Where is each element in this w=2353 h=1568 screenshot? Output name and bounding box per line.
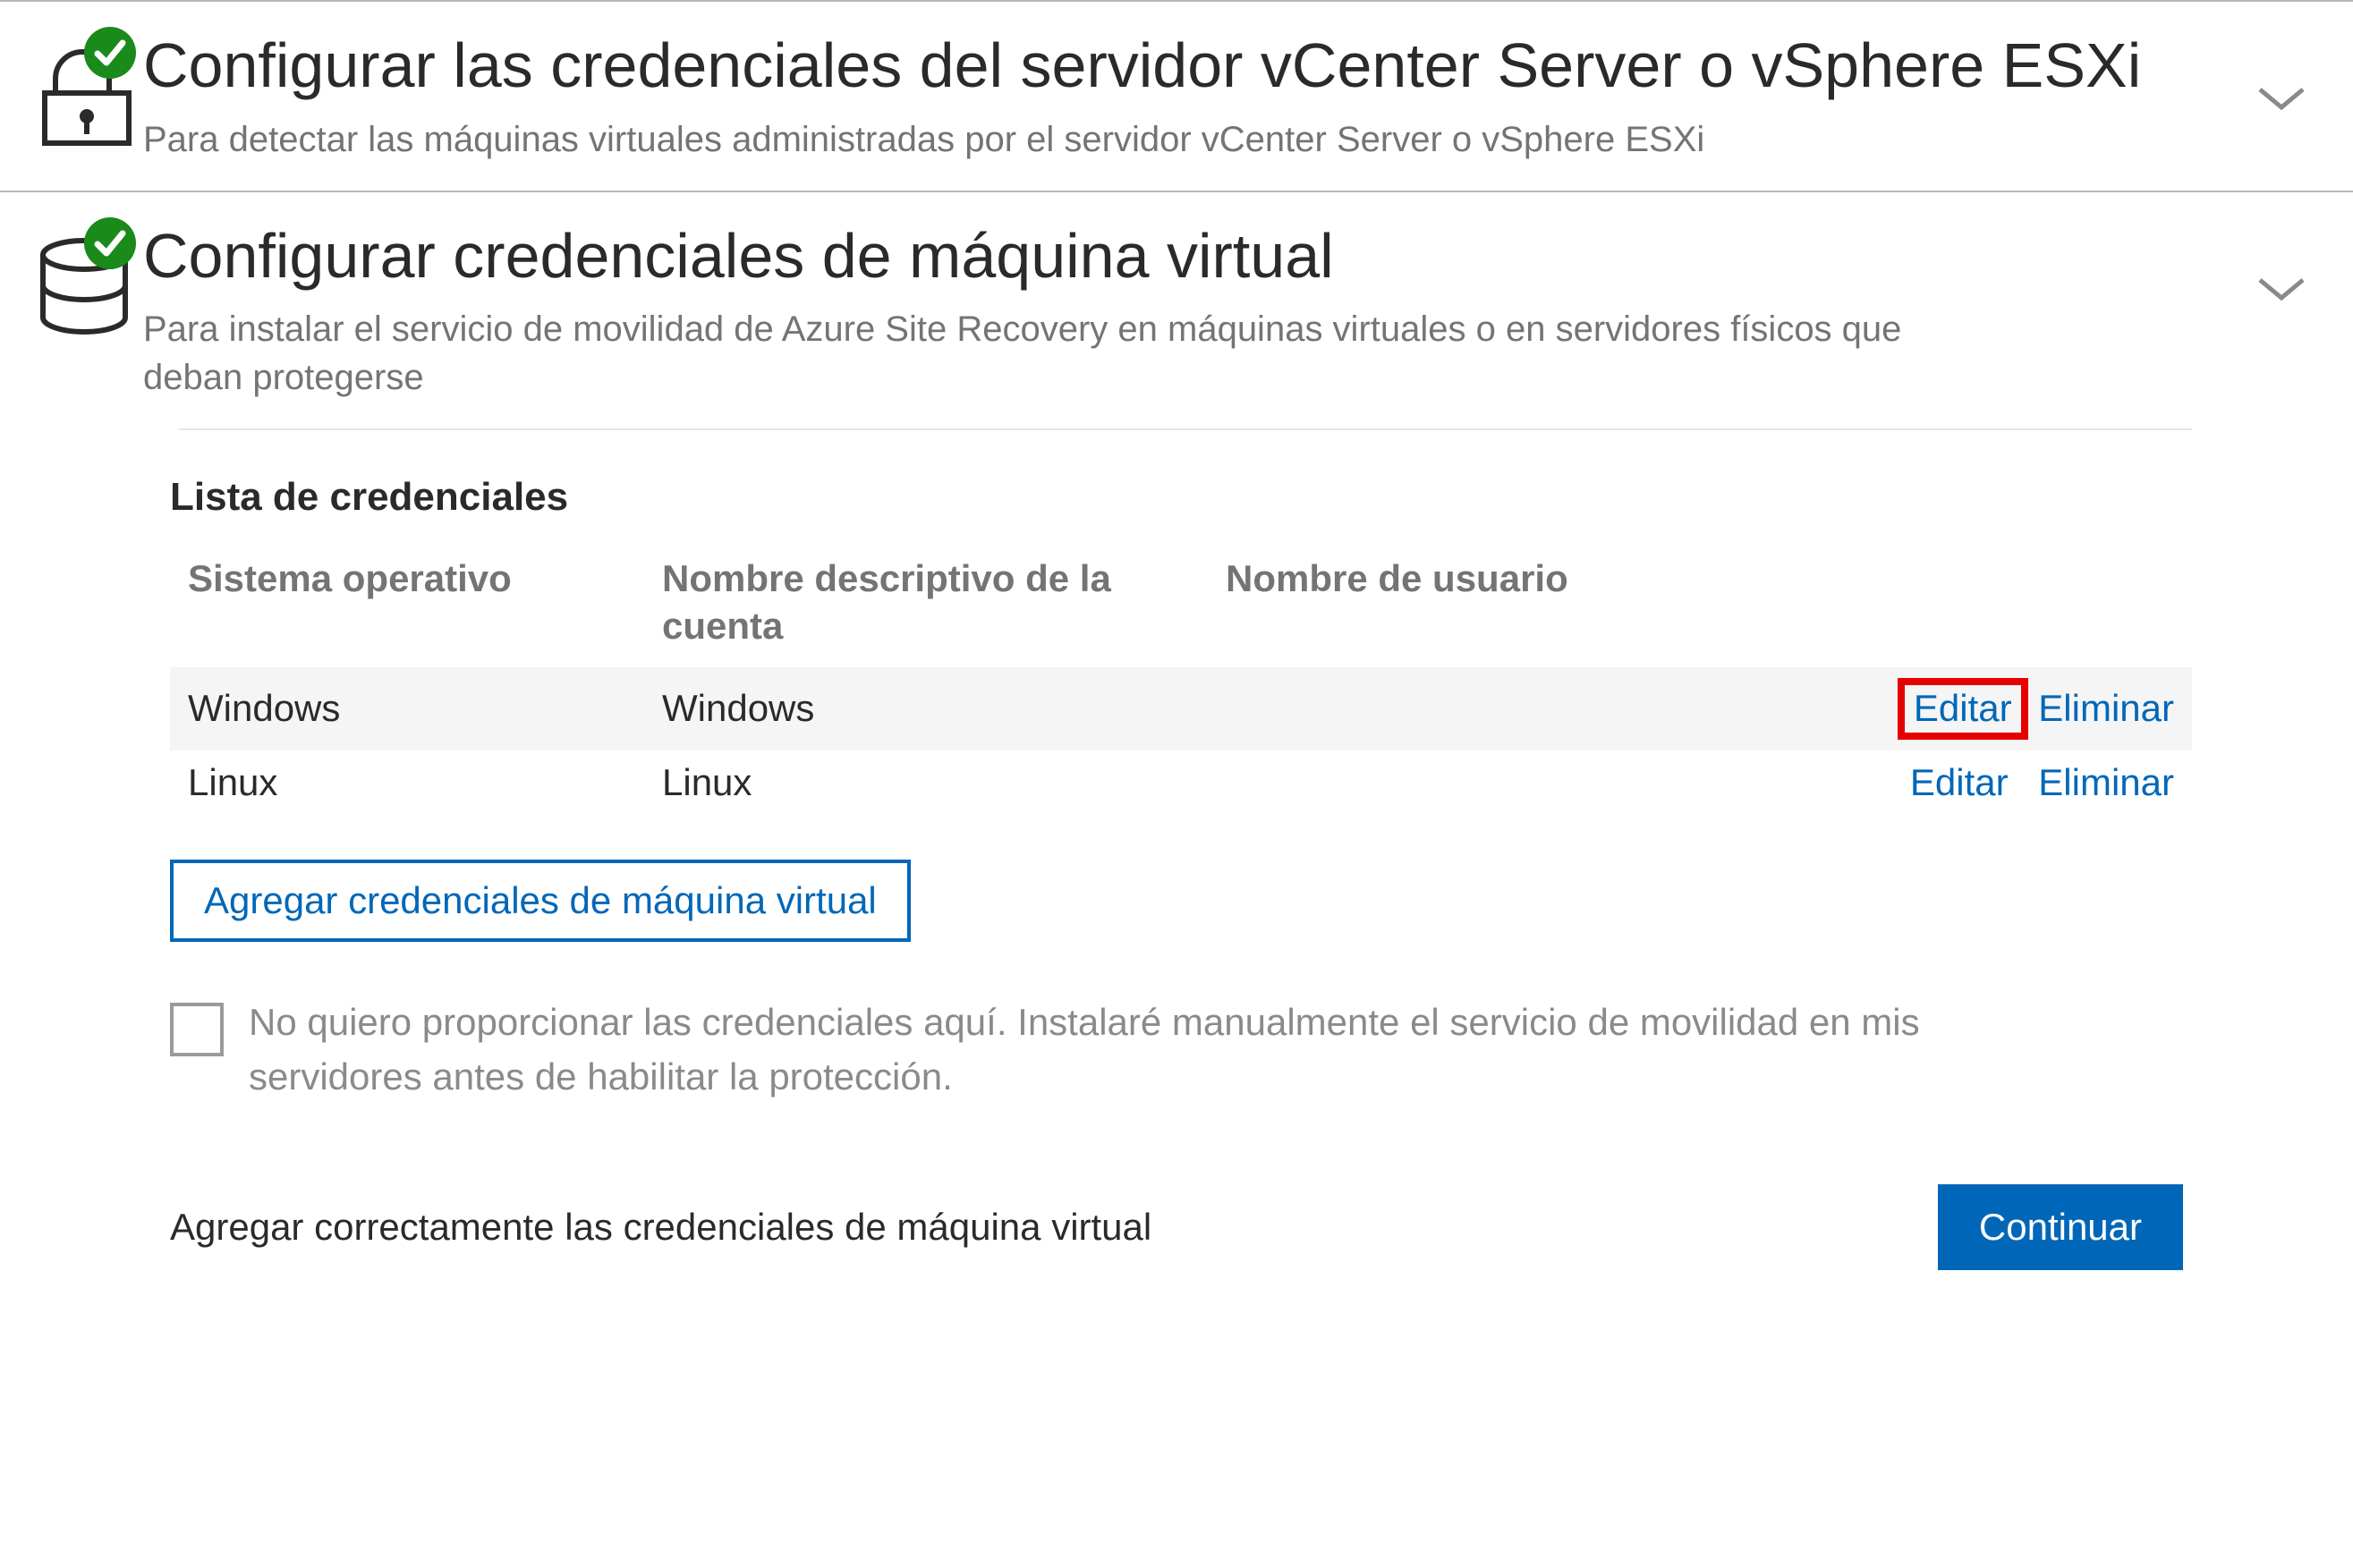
check-badge-icon	[82, 216, 138, 271]
vm-icon-wrap	[18, 219, 143, 345]
section-vcenter: Configurar las credenciales del servidor…	[0, 2, 2353, 191]
vcenter-icon-wrap	[18, 29, 143, 155]
vm-subtitle: Para instalar el servicio de movilidad d…	[143, 305, 1915, 402]
vm-body: Configurar credenciales de máquina virtu…	[143, 219, 2228, 403]
col-user-header: Nombre de usuario	[1208, 547, 1816, 667]
credentials-table: Sistema operativo Nombre descriptivo de …	[170, 547, 2192, 815]
vcenter-subtitle: Para detectar las máquinas virtuales adm…	[143, 115, 1915, 164]
col-os-header: Sistema operativo	[170, 547, 644, 667]
skip-credentials-label: No quiero proporcionar las credenciales …	[249, 996, 1949, 1105]
table-header-row: Sistema operativo Nombre descriptivo de …	[170, 547, 2192, 667]
vm-title: Configurar credenciales de máquina virtu…	[143, 219, 2192, 293]
table-row: Windows Windows Editar Eliminar	[170, 667, 2192, 750]
col-account-header: Nombre descriptivo de la cuenta	[644, 547, 1208, 667]
cell-account: Windows	[644, 667, 1208, 750]
cell-os: Linux	[170, 750, 644, 815]
add-vm-credentials-button[interactable]: Agregar credenciales de máquina virtual	[170, 860, 911, 942]
page-root: Configurar las credenciales del servidor…	[0, 0, 2353, 1306]
chevron-down-icon	[2255, 82, 2308, 114]
chevron-down-icon	[2255, 273, 2308, 305]
divider-inner	[179, 428, 2192, 430]
skip-credentials-checkbox[interactable]	[170, 1003, 224, 1056]
vcenter-body: Configurar las credenciales del servidor…	[143, 29, 2228, 164]
vcenter-expand[interactable]	[2228, 29, 2335, 114]
credentials-heading: Lista de credenciales	[170, 475, 2192, 520]
footer-status: Agregar correctamente las credenciales d…	[170, 1206, 1151, 1249]
cell-os: Windows	[170, 667, 644, 750]
edit-highlight: Editar	[1898, 678, 2028, 740]
footer-row: Agregar correctamente las credenciales d…	[170, 1184, 2192, 1306]
edit-link[interactable]: Editar	[1910, 761, 2009, 803]
cell-user	[1208, 667, 1816, 750]
continue-button[interactable]: Continuar	[1938, 1184, 2183, 1270]
delete-link[interactable]: Eliminar	[2038, 687, 2174, 729]
cell-user	[1208, 750, 1816, 815]
credentials-block: Lista de credenciales Sistema operativo …	[170, 466, 2192, 1306]
edit-link[interactable]: Editar	[1914, 687, 2012, 729]
col-actions-header	[1816, 547, 2192, 667]
check-badge-icon	[82, 25, 138, 81]
delete-link[interactable]: Eliminar	[2038, 761, 2174, 803]
vm-expand[interactable]	[2228, 219, 2335, 305]
cell-actions: Editar Eliminar	[1816, 750, 2192, 815]
cell-actions: Editar Eliminar	[1816, 667, 2192, 750]
cell-account: Linux	[644, 750, 1208, 815]
table-row: Linux Linux Editar Eliminar	[170, 750, 2192, 815]
section-vm-creds: Configurar credenciales de máquina virtu…	[0, 192, 2353, 429]
skip-credentials-row: No quiero proporcionar las credenciales …	[170, 996, 2192, 1105]
vcenter-title: Configurar las credenciales del servidor…	[143, 29, 2192, 103]
